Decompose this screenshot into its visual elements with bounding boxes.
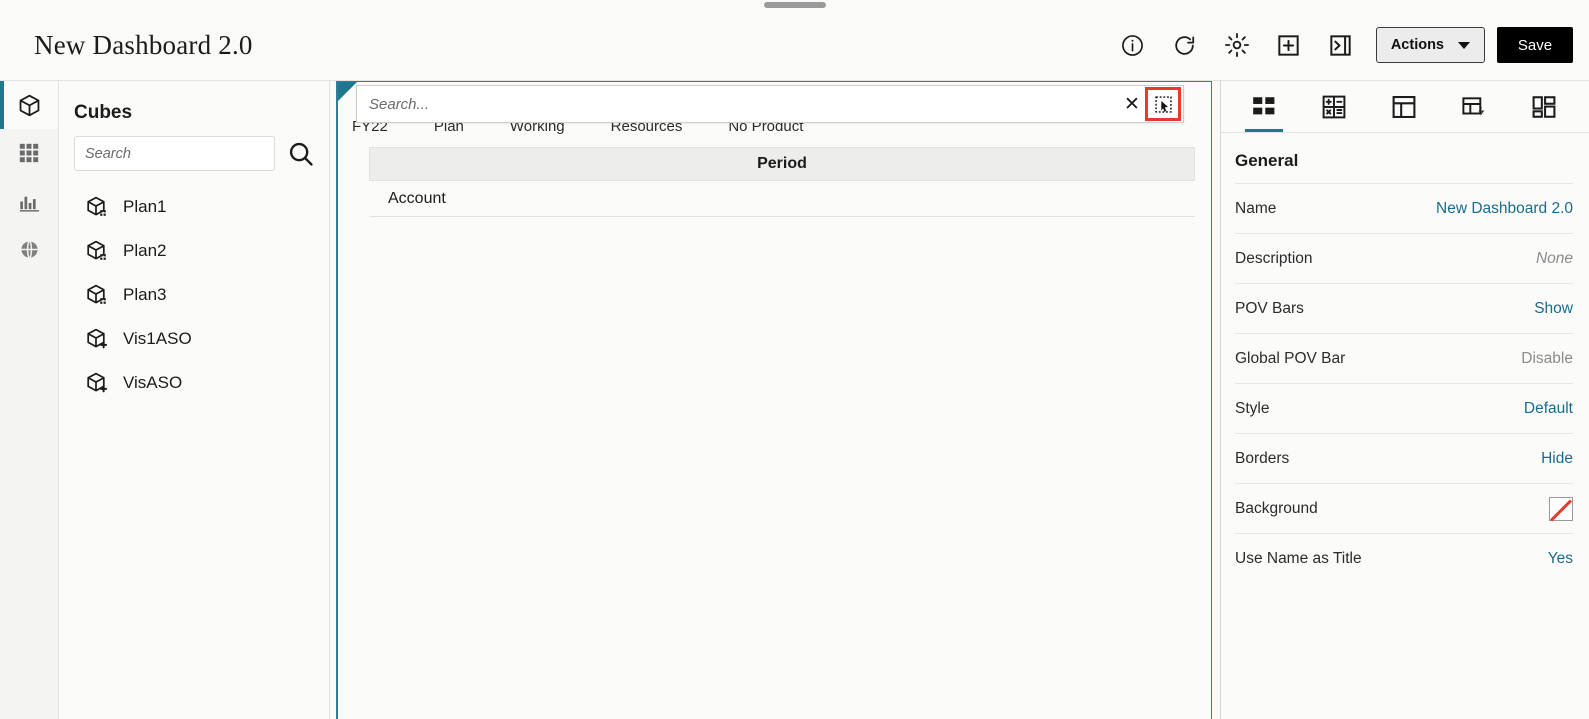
sidebar-item-charts[interactable] bbox=[0, 177, 58, 225]
tab-calculation[interactable] bbox=[1299, 81, 1369, 132]
tab-actions[interactable] bbox=[1439, 81, 1509, 132]
property-label: POV Bars bbox=[1235, 299, 1304, 317]
sidebar-item-grid[interactable] bbox=[0, 129, 58, 177]
sidebar-item-global[interactable] bbox=[0, 225, 58, 273]
page-title: New Dashboard 2.0 bbox=[34, 29, 253, 60]
list-item-label: VisASO bbox=[123, 373, 183, 392]
dashboard-canvas: FY22 Plan Working Resources No Product P… bbox=[330, 80, 1220, 719]
list-item[interactable]: Plan3 bbox=[59, 273, 329, 317]
property-row-borders: Borders Hide bbox=[1235, 433, 1573, 483]
properties-panel: General Name New Dashboard 2.0 Descripti… bbox=[1220, 80, 1589, 719]
gear-icon[interactable] bbox=[1224, 32, 1250, 58]
sidebar-item-cubes[interactable] bbox=[0, 81, 58, 129]
cubes-search-input[interactable] bbox=[74, 136, 275, 171]
property-value: Disable bbox=[1521, 349, 1573, 367]
properties-section-title: General bbox=[1235, 151, 1299, 170]
property-value[interactable]: None bbox=[1536, 250, 1573, 268]
property-row-description: Description None bbox=[1235, 233, 1573, 283]
close-icon[interactable]: ✕ bbox=[1118, 90, 1146, 118]
save-button[interactable]: Save bbox=[1497, 27, 1573, 63]
tab-general[interactable] bbox=[1229, 81, 1299, 132]
cube-bso-icon bbox=[85, 283, 109, 307]
add-box-icon[interactable] bbox=[1276, 32, 1302, 58]
list-item-label: Plan3 bbox=[123, 285, 167, 304]
left-icon-rail bbox=[0, 80, 59, 719]
list-item[interactable]: Plan2 bbox=[59, 229, 329, 273]
property-row-use-name-as-title: Use Name as Title Yes bbox=[1235, 533, 1573, 583]
list-item[interactable]: VisASO bbox=[59, 361, 329, 405]
list-item[interactable]: Vis1ASO bbox=[59, 317, 329, 361]
properties-tabs bbox=[1221, 81, 1589, 133]
cube-list: Plan1 Plan2 Plan3 Vis1ASO VisASO bbox=[59, 185, 329, 405]
selected-card-corner-marker bbox=[338, 82, 357, 101]
property-value[interactable]: Hide bbox=[1541, 450, 1573, 468]
cube-bso-icon bbox=[85, 239, 109, 263]
window-drag-handle[interactable] bbox=[763, 2, 826, 8]
refresh-icon[interactable] bbox=[1172, 32, 1198, 58]
chevron-down-icon bbox=[1458, 41, 1470, 49]
property-row-global-pov-bar: Global POV Bar Disable bbox=[1235, 333, 1573, 383]
search-input[interactable] bbox=[357, 95, 1118, 113]
cube-bso-icon bbox=[85, 195, 109, 219]
list-item-label: Plan1 bbox=[123, 197, 167, 216]
property-row-pov-bars: POV Bars Show bbox=[1235, 283, 1573, 333]
app-body: Cubes Search Plan1 Plan2 Plan3 Vis1ASO V… bbox=[0, 80, 1589, 719]
selection-cursor-icon[interactable] bbox=[1145, 87, 1181, 121]
property-label: Background bbox=[1235, 499, 1318, 517]
property-value[interactable]: New Dashboard 2.0 bbox=[1436, 200, 1573, 218]
property-value[interactable]: Show bbox=[1534, 300, 1573, 318]
property-value[interactable]: Default bbox=[1524, 400, 1573, 418]
property-label: Description bbox=[1235, 249, 1313, 267]
list-item[interactable]: Plan1 bbox=[59, 185, 329, 229]
background-color-swatch[interactable] bbox=[1549, 496, 1573, 521]
grid-search-overlay: ✕ bbox=[356, 85, 1184, 123]
cube-aso-icon bbox=[85, 327, 109, 351]
cube-aso-icon bbox=[85, 371, 109, 395]
property-label: Global POV Bar bbox=[1235, 349, 1346, 367]
actions-button[interactable]: Actions bbox=[1375, 27, 1485, 63]
cubes-panel: Cubes Search Plan1 Plan2 Plan3 Vis1ASO V… bbox=[59, 80, 330, 719]
dashboard-grid-card[interactable]: FY22 Plan Working Resources No Product P… bbox=[336, 81, 1212, 719]
property-label: Borders bbox=[1235, 449, 1290, 467]
cubes-panel-title: Cubes bbox=[74, 102, 133, 123]
grid-row-header[interactable]: Account bbox=[369, 181, 1195, 217]
tab-more[interactable] bbox=[1509, 81, 1579, 132]
property-label: Style bbox=[1235, 399, 1270, 417]
list-item-label: Vis1ASO bbox=[123, 329, 192, 348]
property-label: Use Name as Title bbox=[1235, 549, 1362, 567]
info-icon[interactable] bbox=[1120, 32, 1146, 58]
property-value[interactable]: Yes bbox=[1548, 550, 1573, 568]
list-item-label: Plan2 bbox=[123, 241, 167, 260]
property-row-background: Background bbox=[1235, 483, 1573, 533]
cubes-search-row bbox=[74, 136, 329, 171]
header-icon-group bbox=[1120, 32, 1354, 58]
tab-layout[interactable] bbox=[1369, 81, 1439, 132]
property-row-name: Name New Dashboard 2.0 bbox=[1235, 183, 1573, 233]
grid-column-header[interactable]: Period bbox=[369, 147, 1195, 181]
search-icon[interactable] bbox=[287, 140, 315, 168]
property-label: Name bbox=[1235, 199, 1277, 217]
property-row-style: Style Default bbox=[1235, 383, 1573, 433]
actions-button-label: Actions bbox=[1390, 37, 1444, 53]
app-header: New Dashboard 2.0 Actions Save bbox=[0, 10, 1589, 80]
dashboard-designer-window: New Dashboard 2.0 Actions Save Cubes Sea… bbox=[0, 0, 1589, 719]
data-grid: Period Account bbox=[369, 147, 1195, 217]
collapse-panel-icon[interactable] bbox=[1328, 32, 1354, 58]
